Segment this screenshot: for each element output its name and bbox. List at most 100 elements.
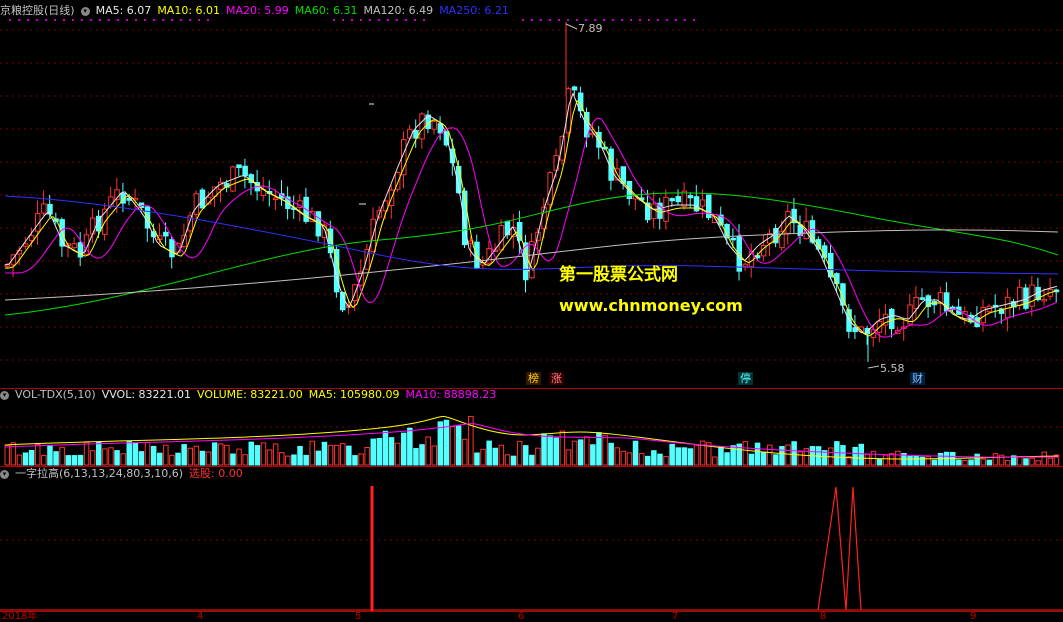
marker-dot	[675, 19, 677, 21]
candle-body	[242, 165, 248, 176]
candle-body	[699, 199, 706, 207]
volume-bar	[230, 453, 236, 466]
candle-body	[419, 113, 425, 140]
volume-bar	[291, 454, 297, 466]
marker-dot	[27, 19, 29, 21]
volume-bar	[516, 440, 523, 466]
vol-indicator-name[interactable]: VOL-TDX(5,10)	[15, 388, 96, 401]
marker-dot	[108, 19, 110, 21]
volume-bar	[480, 448, 486, 466]
marker-dot	[153, 19, 155, 21]
volume-bar	[620, 450, 627, 466]
volume-bar	[712, 456, 718, 466]
volume-bar	[651, 450, 657, 466]
volume-bar	[1035, 460, 1041, 466]
high-price-label: 7.89	[578, 22, 603, 35]
marker-dot	[405, 19, 407, 21]
volume-bar	[53, 451, 59, 466]
date-axis-label: 5	[355, 611, 362, 622]
volume-bar	[358, 453, 364, 466]
candle-body	[919, 297, 925, 300]
marker-dot	[540, 19, 542, 21]
volume-bar	[59, 446, 65, 466]
volume-bar	[907, 455, 913, 466]
marker-dot	[387, 19, 389, 21]
chevron-down-icon[interactable]: ▾	[0, 390, 9, 400]
marker-dot	[657, 19, 659, 21]
volume-bar	[236, 448, 242, 466]
marker-dot	[423, 19, 425, 21]
ma10-line	[5, 99, 1058, 337]
volume-bar	[449, 425, 456, 466]
date-axis-label: 9	[970, 611, 977, 622]
tag-zhang[interactable]: 涨	[549, 372, 564, 385]
volume-bar	[376, 438, 383, 466]
marker-dot	[180, 19, 182, 21]
volume-bar	[272, 443, 279, 466]
volume-bar	[614, 447, 620, 466]
volume-bar	[394, 442, 401, 466]
candle-body	[358, 271, 364, 286]
volume-bar	[407, 427, 413, 466]
candle-body	[71, 243, 78, 249]
volume-bar	[760, 451, 767, 466]
marker-dot	[135, 19, 137, 21]
chevron-down-icon[interactable]: ▾	[0, 469, 9, 479]
candle-body	[785, 210, 791, 234]
volume-bar	[431, 445, 437, 466]
candle-body	[913, 296, 919, 309]
candle-body	[407, 128, 413, 139]
date-axis-label: 8	[820, 611, 827, 622]
volume-bar	[980, 458, 986, 466]
date-axis-label: 7	[672, 611, 679, 622]
marker-dot	[63, 19, 65, 21]
volume-bar	[150, 445, 157, 466]
watermark-url: www.chnmoney.com	[559, 296, 743, 315]
volume-bar	[626, 452, 633, 466]
volume-bar	[260, 442, 267, 466]
tag-cai[interactable]: 财	[910, 372, 925, 385]
candle-body	[89, 217, 96, 235]
volume-bar	[1004, 460, 1011, 466]
volume-bar	[590, 444, 596, 466]
volume-bar	[1041, 451, 1047, 466]
volume-bar	[492, 447, 498, 466]
volume-bar	[218, 443, 224, 466]
marker-dot	[54, 19, 56, 21]
tag-ting[interactable]: 停	[738, 372, 753, 385]
volume-bar	[83, 441, 90, 466]
marker-dot	[351, 19, 353, 21]
volume-bar	[1023, 458, 1029, 466]
volume-bar	[1047, 457, 1054, 466]
indicator-name[interactable]: 一字拉高(6,13,13,24,80,3,10,6)	[15, 467, 183, 480]
marker-dot	[414, 19, 416, 21]
candle-body	[272, 197, 279, 200]
date-axis-label: 4	[197, 611, 204, 622]
volume-bar	[388, 437, 395, 466]
volume-bar	[663, 455, 669, 466]
candle-body	[742, 263, 749, 267]
volume-bar	[992, 453, 999, 466]
volume-bar	[638, 453, 645, 466]
volume-bar	[931, 459, 938, 466]
volume-bar	[327, 444, 334, 466]
candle-body	[431, 120, 437, 130]
tag-bang[interactable]: 榜	[526, 372, 541, 385]
volume-bar	[4, 444, 10, 466]
kline-chart[interactable]	[0, 0, 1063, 620]
marker-dot	[396, 19, 398, 21]
volume-bar	[895, 450, 901, 466]
volume-bar	[224, 444, 230, 466]
volume-bar	[773, 454, 779, 466]
marker-dot	[603, 19, 605, 21]
candle-body	[889, 308, 895, 330]
volume-bar	[962, 460, 968, 466]
volume-bar	[132, 442, 139, 466]
signal-label: 选股: 0.00	[189, 467, 243, 480]
volume-bar	[425, 436, 431, 466]
volume-bar	[724, 452, 730, 466]
volume-bar	[297, 445, 303, 466]
marker-dot	[99, 19, 101, 21]
volume-bar	[96, 441, 102, 466]
volume-bar	[864, 453, 871, 466]
